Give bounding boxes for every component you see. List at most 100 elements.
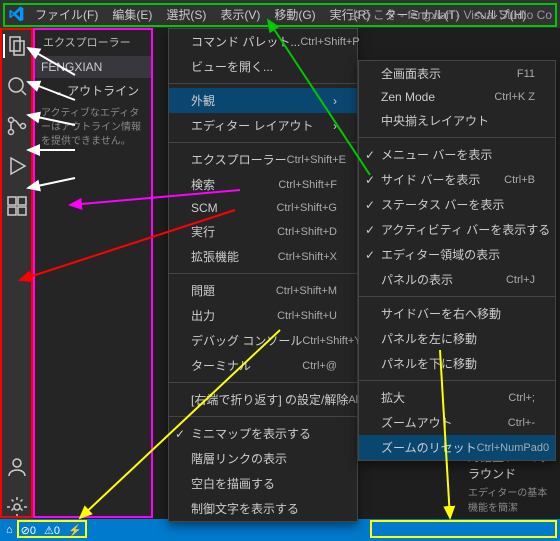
titlebar: ファイル(F)編集(E)選択(S)表示(V)移動(G)実行(R)ターミナル(T)… — [0, 0, 560, 28]
keybinding: Ctrl+Shift+D — [277, 226, 337, 238]
menu-item[interactable]: 実行Ctrl+Shift+D — [169, 219, 357, 244]
sidebar-folder[interactable]: FENGXIAN — [33, 56, 153, 78]
chevron-right-icon: › — [333, 119, 337, 133]
status-port[interactable]: ⚡ — [68, 524, 82, 537]
menu-item[interactable]: 階層リンクの表示 — [169, 446, 357, 471]
menu-item[interactable]: 移動(G) — [267, 2, 322, 27]
menu-item[interactable]: ✓メニュー バーを表示 — [359, 142, 555, 167]
menu-item[interactable]: ズームアウトCtrl+- — [359, 410, 555, 435]
menu-item[interactable]: パネルの表示Ctrl+J — [359, 267, 555, 292]
sidebar-outline[interactable]: ⌄アウトライン — [33, 78, 153, 103]
keybinding: Ctrl+@ — [302, 360, 337, 372]
menu-item[interactable]: コマンド パレット...Ctrl+Shift+P — [169, 29, 357, 54]
menu-item[interactable]: ✓ アクティビティ バーを表示する — [359, 217, 555, 242]
keybinding: Ctrl+Shift+F — [278, 179, 337, 191]
menu-item[interactable]: 表示(V) — [213, 2, 267, 27]
run-icon[interactable] — [5, 154, 29, 178]
appearance-submenu: 全画面表示F11Zen ModeCtrl+K Z中央揃えレイアウト✓メニュー バ… — [358, 60, 556, 461]
menu-item-label: メニュー バーを表示 — [381, 146, 492, 163]
menu-item-label: 拡大 — [381, 389, 405, 406]
menu-item[interactable]: ✓エディター領域の表示 — [359, 242, 555, 267]
menu-item-label: ステータス バーを表示 — [381, 196, 504, 213]
window-title: ようこそ - fengxian - Visual Studio Co — [349, 6, 552, 23]
menu-item[interactable]: 編集(E) — [105, 2, 159, 27]
menu-item-label: パネルを下に移動 — [381, 355, 477, 372]
menu-item-label: サイド バーを表示 — [381, 171, 480, 188]
menu-item-label: アクティビティ バーを表示する — [381, 221, 550, 238]
menu-item[interactable]: [右端で折り返す] の設定/解除Alt+Z — [169, 387, 357, 412]
menu-item[interactable]: パネルを左に移動 — [359, 326, 555, 351]
menu-item-label: [右端で折り返す] の設定/解除 — [191, 391, 348, 408]
status-errors[interactable]: ⊘0 — [21, 524, 36, 537]
menu-item-label: 空白を描画する — [191, 475, 275, 492]
status-bar: ⌂ ⊘0 ⚠0 ⚡ — [0, 519, 560, 541]
keybinding: F11 — [517, 68, 535, 80]
menu-item[interactable]: 中央揃えレイアウト — [359, 108, 555, 133]
menu-item[interactable]: 拡大Ctrl+; — [359, 385, 555, 410]
menu-item-label: サイドバーを右へ移動 — [381, 305, 501, 322]
menu-item-label: ミニマップを表示する — [191, 425, 311, 442]
menu-item[interactable]: ファイル(F) — [28, 2, 105, 27]
menu-item[interactable]: 選択(S) — [159, 2, 213, 27]
vscode-logo-icon — [8, 6, 24, 22]
status-warnings[interactable]: ⚠0 — [44, 524, 60, 537]
check-icon: ✓ — [365, 223, 375, 237]
menu-item-label: コマンド パレット... — [191, 33, 300, 50]
menu-item[interactable]: 全画面表示 F11 — [359, 61, 555, 86]
menu-item[interactable]: 検索 Ctrl+Shift+F — [169, 172, 357, 197]
menu-item[interactable]: 制御文字を表示する — [169, 496, 357, 521]
menu-item[interactable]: パネルを下に移動 — [359, 351, 555, 376]
help-card-sub: エディターの基本機能を簡潔 — [468, 484, 552, 514]
keybinding: Ctrl+Shift+X — [278, 251, 337, 263]
explorer-icon[interactable] — [3, 34, 29, 58]
menu-item-label: 検索 — [191, 176, 215, 193]
view-menu-dropdown: コマンド パレット...Ctrl+Shift+Pビューを開く...外観›エディタ… — [168, 28, 358, 522]
menu-item[interactable]: ✓サイド バーを表示Ctrl+B — [359, 167, 555, 192]
menu-item[interactable]: 出力Ctrl+Shift+U — [169, 303, 357, 328]
menu-item[interactable]: 問題 Ctrl+Shift+M — [169, 278, 357, 303]
menu-item[interactable]: ターミナル Ctrl+@ — [169, 353, 357, 378]
check-icon: ✓ — [365, 173, 375, 187]
chevron-right-icon: › — [333, 94, 337, 108]
menu-item-label: デバッグ コンソール — [191, 332, 302, 349]
menu-item-label: パネルを左に移動 — [381, 330, 477, 347]
account-icon[interactable] — [5, 455, 29, 479]
menu-item[interactable]: SCMCtrl+Shift+G — [169, 197, 357, 219]
check-icon: ✓ — [365, 198, 375, 212]
keybinding: Ctrl+J — [506, 274, 535, 286]
menu-item-label: 中央揃えレイアウト — [381, 112, 489, 129]
menu-item[interactable]: ✓ ステータス バーを表示 — [359, 192, 555, 217]
menu-item-label: 出力 — [191, 307, 215, 324]
menu-item-label: 拡張機能 — [191, 248, 239, 265]
sidebar-header: エクスプローラー — [33, 28, 153, 56]
menu-item-label: エディター領域の表示 — [381, 246, 500, 263]
menu-item[interactable]: 空白を描画する — [169, 471, 357, 496]
menu-item[interactable]: サイドバーを右へ移動 — [359, 301, 555, 326]
menu-item-label: 全画面表示 — [381, 65, 441, 82]
keybinding: Ctrl+Shift+Y — [302, 335, 361, 347]
remote-indicator[interactable]: ⌂ — [6, 524, 13, 536]
keybinding: Ctrl+Shift+M — [276, 285, 337, 297]
menu-item-label: 問題 — [191, 282, 215, 299]
menu-item[interactable]: 外観 › — [169, 88, 357, 113]
menu-item[interactable]: ズームのリセットCtrl+NumPad0 — [359, 435, 555, 460]
menu-item-label: エクスプローラー — [191, 151, 287, 168]
scm-icon[interactable] — [5, 114, 29, 138]
keybinding: Ctrl+Shift+E — [287, 154, 346, 166]
gear-icon[interactable] — [5, 495, 29, 519]
menu-item[interactable]: デバッグ コンソールCtrl+Shift+Y — [169, 328, 357, 353]
keybinding: Ctrl+K Z — [494, 91, 535, 103]
menu-item[interactable]: ビューを開く... — [169, 54, 357, 79]
menu-item[interactable]: Zen ModeCtrl+K Z — [359, 86, 555, 108]
menu-item[interactable]: エディター レイアウト› — [169, 113, 357, 138]
menu-item-label: ズームアウト — [381, 414, 453, 431]
menu-item-label: ターミナル — [191, 357, 251, 374]
menu-item[interactable]: 拡張機能 Ctrl+Shift+X — [169, 244, 357, 269]
search-icon[interactable] — [5, 74, 29, 98]
menu-item[interactable]: ✓ミニマップを表示する — [169, 421, 357, 446]
menu-item-label: 階層リンクの表示 — [191, 450, 287, 467]
menu-item[interactable]: エクスプローラーCtrl+Shift+E — [169, 147, 357, 172]
keybinding: Ctrl+Shift+G — [276, 202, 337, 214]
menu-item-label: 外観 — [191, 92, 215, 109]
extensions-icon[interactable] — [5, 194, 29, 218]
